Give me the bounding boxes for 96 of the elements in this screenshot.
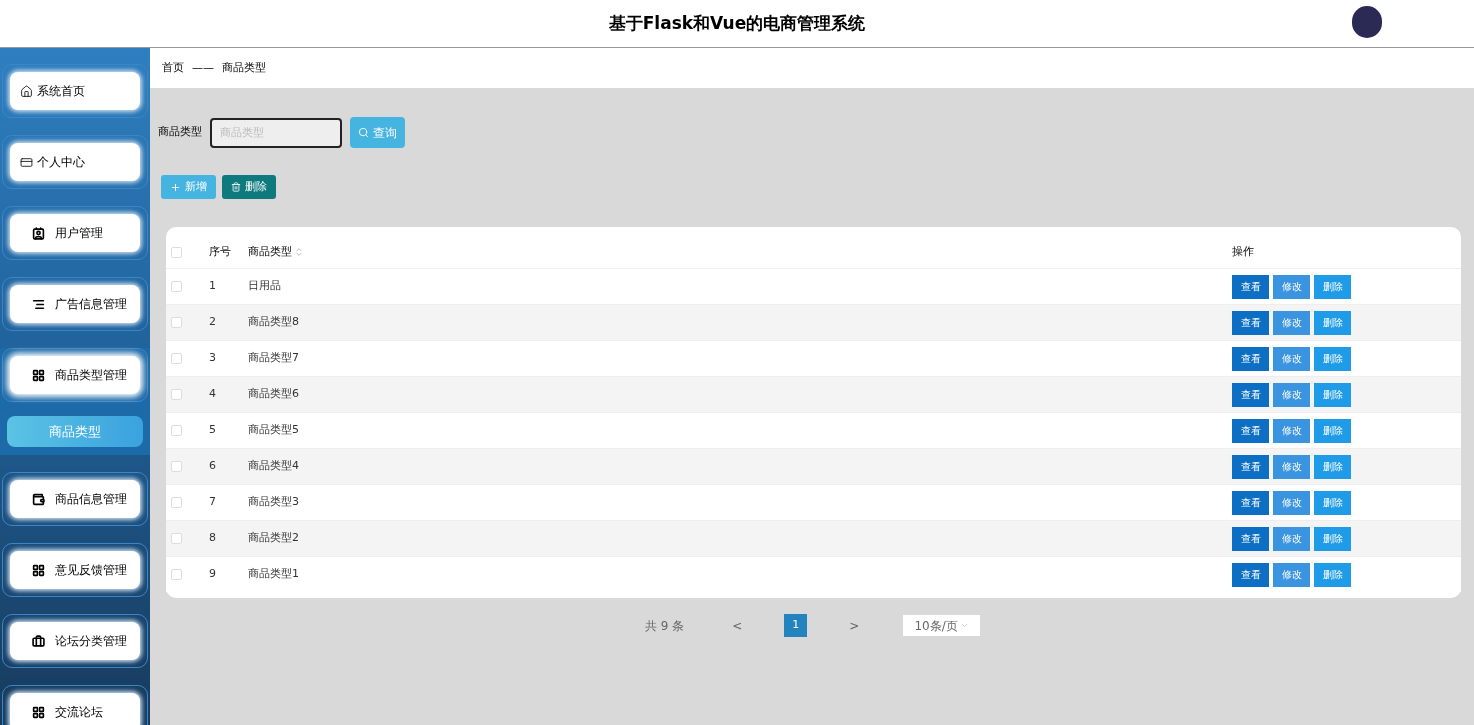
row-checkbox[interactable] xyxy=(171,281,182,292)
menu-item[interactable]: 系统首页 xyxy=(10,72,140,110)
table-cell-text: 5 xyxy=(209,422,217,439)
table-cell-text: 8 xyxy=(209,530,217,547)
row-checkbox[interactable] xyxy=(171,317,182,328)
menu-item[interactable]: 商品类型管理 xyxy=(10,356,140,394)
table-cell-text: 日用品 xyxy=(248,278,282,295)
table-cell-text: 1 xyxy=(209,278,217,295)
table-cell-text: 7 xyxy=(209,494,217,511)
row-checkbox[interactable] xyxy=(171,497,182,508)
table-cell-text: 2 xyxy=(209,314,217,331)
menu-icon xyxy=(32,368,45,382)
table-cell-text: 4 xyxy=(209,386,217,403)
table-cell-text: 商品类型4 xyxy=(248,458,300,475)
row-action-button[interactable]: 删除 xyxy=(1314,346,1351,371)
row-action-button[interactable]: 查看 xyxy=(1232,274,1269,299)
menu-icon xyxy=(32,705,45,719)
plus-icon xyxy=(170,181,181,193)
row-action-button[interactable]: 查看 xyxy=(1232,526,1269,551)
submenu-item[interactable]: 商品类型 xyxy=(7,416,143,447)
delete-button[interactable]: 删除 xyxy=(222,175,276,199)
table-cell-text: 商品类型3 xyxy=(248,494,300,511)
breadcrumb-item: 商品类型 xyxy=(222,59,266,76)
table-cell-text: 商品类型8 xyxy=(248,314,300,331)
table-cell-text: 商品类型1 xyxy=(248,566,300,583)
row-action-button[interactable]: 查看 xyxy=(1232,490,1269,515)
menu-icon xyxy=(32,226,45,240)
row-action-button[interactable]: 查看 xyxy=(1232,418,1269,443)
row-action-button[interactable]: 修改 xyxy=(1273,526,1310,551)
column-header: 序号 xyxy=(209,243,232,260)
total-count: 共 9 条 xyxy=(645,617,685,635)
menu-item[interactable]: 用户管理 xyxy=(10,214,140,252)
row-action-button[interactable]: 修改 xyxy=(1273,274,1310,299)
table-cell-text: 商品类型6 xyxy=(248,386,300,403)
table-cell-text: 商品类型5 xyxy=(248,422,300,439)
table-cell-text: 6 xyxy=(209,458,217,475)
row-checkbox[interactable] xyxy=(171,389,182,400)
row-checkbox[interactable] xyxy=(171,533,182,544)
row-action-button[interactable]: 查看 xyxy=(1232,346,1269,371)
row-action-button[interactable]: 修改 xyxy=(1273,490,1310,515)
trash-icon xyxy=(231,182,241,192)
breadcrumb-item[interactable]: 首页 xyxy=(162,59,184,77)
row-checkbox[interactable] xyxy=(171,353,182,364)
menu-item[interactable]: 广告信息管理 xyxy=(10,285,140,323)
row-action-button[interactable]: 删除 xyxy=(1314,418,1351,443)
add-button[interactable]: 新增 xyxy=(161,175,216,199)
app-title: 基于Flask和Vue的电商管理系统 xyxy=(608,11,866,35)
menu-item[interactable]: 交流论坛 xyxy=(10,693,140,725)
breadcrumb-item: —— xyxy=(192,59,214,76)
search-label: 商品类型 xyxy=(158,124,202,141)
menu-icon xyxy=(32,492,45,506)
table-cell-text: 商品类型2 xyxy=(248,530,300,547)
row-action-button[interactable]: 删除 xyxy=(1314,310,1351,335)
row-action-button[interactable]: 删除 xyxy=(1314,526,1351,551)
row-action-button[interactable]: 删除 xyxy=(1314,382,1351,407)
row-action-button[interactable]: 修改 xyxy=(1273,310,1310,335)
next-page-button[interactable]: > xyxy=(845,616,864,635)
menu-icon xyxy=(32,634,45,648)
row-action-button[interactable]: 修改 xyxy=(1273,562,1310,587)
search-button[interactable]: 查询 xyxy=(350,117,405,148)
column-header: 操作 xyxy=(1232,243,1254,260)
prev-page-button[interactable]: < xyxy=(728,616,747,635)
row-checkbox[interactable] xyxy=(171,461,182,472)
row-action-button[interactable]: 修改 xyxy=(1273,418,1310,443)
menu-icon xyxy=(20,84,33,98)
row-action-button[interactable]: 修改 xyxy=(1273,346,1310,371)
row-action-button[interactable]: 删除 xyxy=(1314,274,1351,299)
menu-item[interactable]: 论坛分类管理 xyxy=(10,622,140,660)
row-action-button[interactable]: 查看 xyxy=(1232,310,1269,335)
column-header[interactable]: 商品类型 xyxy=(248,243,1232,261)
row-checkbox[interactable] xyxy=(171,569,182,580)
row-action-button[interactable]: 删除 xyxy=(1314,454,1351,479)
page-button[interactable]: 1 xyxy=(784,614,808,637)
menu-item[interactable]: 意见反馈管理 xyxy=(10,551,140,589)
page-size-select[interactable]: 10条/页 xyxy=(903,615,981,636)
menu-item[interactable]: 商品信息管理 xyxy=(10,480,140,518)
row-action-button[interactable]: 删除 xyxy=(1314,562,1351,587)
row-action-button[interactable]: 查看 xyxy=(1232,382,1269,407)
table-cell-text: 商品类型7 xyxy=(248,350,300,367)
menu-icon xyxy=(32,563,45,577)
row-action-button[interactable]: 查看 xyxy=(1232,562,1269,587)
table-cell-text: 3 xyxy=(209,350,217,367)
menu-icon xyxy=(20,155,33,169)
row-action-button[interactable]: 查看 xyxy=(1232,454,1269,479)
row-checkbox[interactable] xyxy=(171,425,182,436)
chevron-down-icon xyxy=(960,621,970,630)
menu-item[interactable]: 个人中心 xyxy=(10,143,140,181)
row-action-button[interactable]: 删除 xyxy=(1314,490,1351,515)
search-icon xyxy=(358,127,369,138)
avatar-icon[interactable] xyxy=(1352,6,1382,38)
row-action-button[interactable]: 修改 xyxy=(1273,454,1310,479)
sort-icon xyxy=(294,247,304,257)
row-action-button[interactable]: 修改 xyxy=(1273,382,1310,407)
table-cell-text: 9 xyxy=(209,566,217,583)
menu-icon xyxy=(32,297,45,311)
checkbox[interactable] xyxy=(171,246,182,258)
